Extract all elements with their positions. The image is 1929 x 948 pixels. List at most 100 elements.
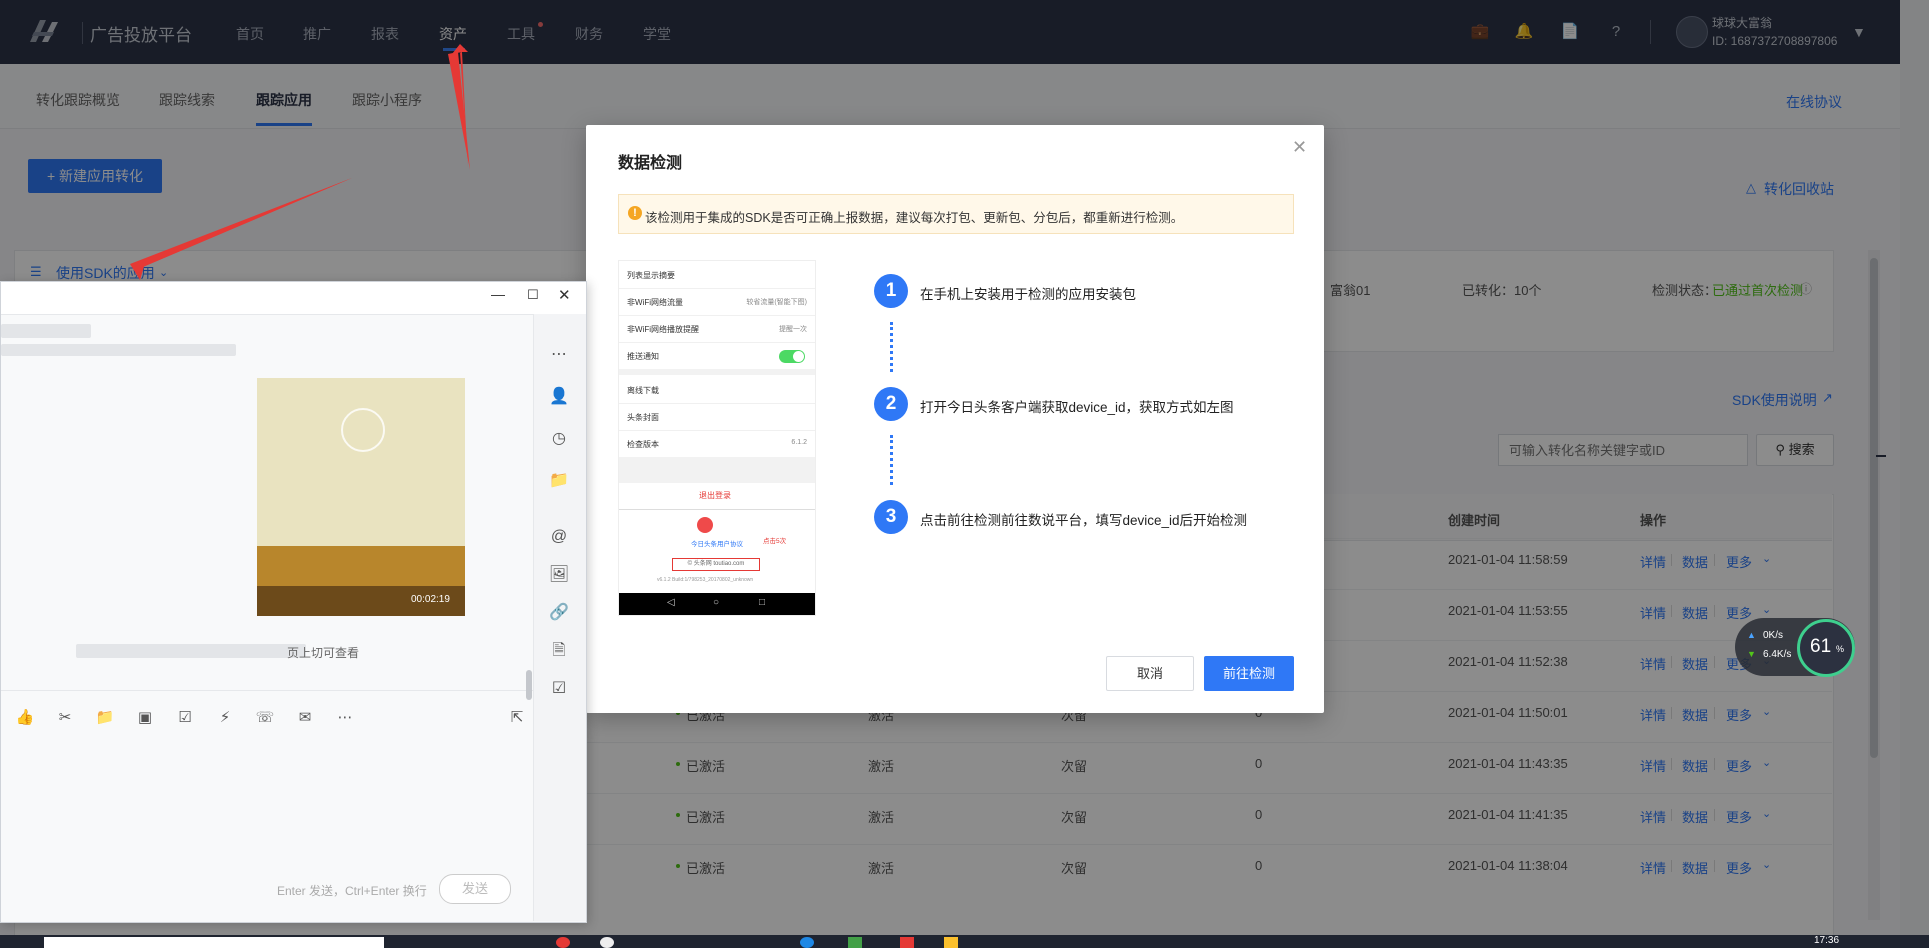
phone-setting-label: 非WiFi网络流量	[627, 298, 683, 307]
preview-text: 页上切可查看	[287, 646, 360, 660]
upload-arrow-icon: ▲	[1747, 630, 1756, 640]
modal-title: 数据检测	[618, 155, 683, 172]
phone-section-gap	[619, 369, 815, 375]
back-icon: ◁	[667, 597, 675, 608]
phone-setting-value: 提醒一次	[779, 326, 807, 333]
video-gold-area	[257, 546, 465, 586]
input-divider	[1, 690, 533, 691]
more-options-icon[interactable]: ⋯	[548, 344, 570, 366]
chat-scrollbar[interactable]	[526, 670, 532, 700]
task-icon[interactable]: ☑	[548, 678, 570, 700]
expand-icon[interactable]: ⇱	[507, 708, 527, 728]
download-arrow-icon: ▼	[1747, 649, 1756, 659]
phone-setting-value: 6.1.2	[791, 439, 807, 446]
data-check-modal: 数据检测 ✕ ! 该检测用于集成的SDK是否可正确上报数据，建议每次打包、更新包…	[586, 125, 1324, 713]
screenshot-icon[interactable]: ▣	[135, 708, 155, 728]
chat-window: — ☐ ✕ 00:02:19 页上切可查看 👍 ✂ 📁 ▣ ☑ ⚡ ☏ ✉ ⋯ …	[0, 281, 587, 923]
phone-navbar: ◁ ○ □	[619, 593, 815, 615]
taskbar-search[interactable]	[44, 937, 384, 948]
edge-icon[interactable]	[800, 937, 814, 948]
blurred-contact-name	[1, 324, 91, 338]
step-2-badge: 2	[874, 387, 908, 421]
app-icon[interactable]	[848, 937, 862, 948]
app-icon[interactable]	[900, 937, 914, 948]
download-speed: 6.4K/s	[1763, 649, 1792, 660]
go-check-button[interactable]: 前往检测	[1204, 656, 1294, 691]
chat-sidebar: ⋯ 👤 ◷ 📁 @ 🖼 🔗 🗎 ☑	[533, 314, 586, 921]
add-user-icon[interactable]: 👤	[548, 386, 570, 408]
phone-divider	[619, 509, 815, 510]
phone-protocol: 今日头条用户协议	[691, 541, 743, 548]
cpu-percent: 61	[1810, 636, 1832, 657]
play-icon[interactable]	[341, 408, 385, 452]
at-icon[interactable]: @	[548, 526, 570, 548]
step-1-text: 在手机上安装用于检测的应用安装包	[920, 287, 1136, 302]
close-icon[interactable]: ✕	[1292, 137, 1307, 158]
phone-logout: 退出登录	[699, 491, 731, 500]
upload-speed: 0K/s	[1763, 630, 1784, 641]
cpu-gauge: 61 %	[1797, 619, 1855, 677]
notice-text: 该检测用于集成的SDK是否可正确上报数据，建议每次打包、更新包、分包后，都重新进…	[645, 211, 1184, 225]
step-2-text: 打开今日头条客户端获取device_id，获取方式如左图	[920, 400, 1234, 415]
phone-setting-label: 推送通知	[627, 352, 659, 361]
more-icon[interactable]: ⋯	[335, 708, 355, 728]
folder-add-icon[interactable]: 📁	[95, 708, 115, 728]
video-thumbnail[interactable]: 00:02:19	[257, 378, 465, 616]
phone-url-box: © 头条网 toutiao.com	[672, 558, 760, 571]
phone-tap-hint: 点击5次	[763, 538, 787, 545]
warning-icon: !	[628, 206, 642, 220]
image-icon[interactable]: 🖼	[548, 564, 570, 586]
phone-setting-row: 非WiFi网络播放提醒 提醒一次	[619, 315, 815, 343]
video-duration: 00:02:19	[411, 594, 450, 605]
input-hint: Enter 发送，Ctrl+Enter 换行	[277, 884, 427, 898]
phone-setting-row: 头条封面	[619, 403, 815, 431]
checkbox-icon[interactable]: ☑	[175, 708, 195, 728]
step-1-badge: 1	[874, 274, 908, 308]
clock-icon[interactable]: ◷	[548, 428, 570, 450]
step-connector	[890, 322, 895, 372]
tap-target-dot	[697, 517, 713, 533]
send-button[interactable]: 发送	[439, 874, 511, 904]
scissors-icon[interactable]: ✂	[55, 708, 75, 728]
phone-build: v6.1.2 Build:1/798253_20170802_unknown	[657, 577, 754, 583]
file-check-icon[interactable]: 🗎	[548, 640, 570, 662]
link-icon[interactable]: 🔗	[548, 602, 570, 624]
phone-setting-value: 较省流量(智能下图)	[746, 299, 807, 306]
phone-setting-label: 非WiFi网络播放提醒	[627, 325, 699, 334]
network-speed-widget[interactable]: ▲ 0K/s ▼ 6.4K/s 61 %	[1735, 618, 1855, 677]
maximize-icon[interactable]: ☐	[527, 287, 539, 303]
step-3-badge: 3	[874, 500, 908, 534]
blurred-caption	[76, 644, 306, 658]
phone-setting-label: 头条封面	[627, 413, 659, 422]
mail-icon[interactable]: ✉	[295, 708, 315, 728]
thumbs-up-icon[interactable]: 👍	[15, 708, 35, 728]
blurred-message	[1, 344, 236, 356]
app-icon[interactable]	[944, 937, 958, 948]
os-taskbar: 17:36	[0, 935, 1929, 948]
toggle-knob	[793, 351, 804, 362]
taskbar-clock: 17:36	[1814, 935, 1840, 946]
step-connector	[890, 435, 895, 485]
phone-screenshot: 列表显示摘要 非WiFi网络流量 较省流量(智能下图) 非WiFi网络播放提醒 提醒一次…	[618, 260, 816, 616]
phone-setting-row: 离线下载	[619, 376, 815, 404]
phone-setting-row: 列表显示摘要	[619, 261, 815, 289]
phone-setting-label: 检查版本	[627, 440, 659, 449]
folder-icon[interactable]: 📁	[548, 470, 570, 492]
minimize-icon[interactable]: —	[491, 286, 505, 302]
cpu-percent-unit: %	[1836, 644, 1845, 654]
phone-setting-label: 列表显示摘要	[627, 271, 675, 280]
phone-section-gap	[619, 457, 815, 483]
close-icon[interactable]: ✕	[558, 286, 571, 304]
phone-setting-row: 检查版本 6.1.2	[619, 430, 815, 458]
recent-apps-icon: □	[759, 597, 766, 608]
notice-banner: ! 该检测用于集成的SDK是否可正确上报数据，建议每次打包、更新包、分包后，都重…	[618, 194, 1294, 234]
lightning-icon[interactable]: ⚡	[215, 708, 235, 728]
step-3-text: 点击前往检测前往数说平台，填写device_id后开始检测	[920, 513, 1248, 528]
phone-setting-label: 离线下载	[627, 386, 659, 395]
cancel-button[interactable]: 取消	[1106, 656, 1194, 691]
home-icon: ○	[713, 597, 720, 608]
phone-icon[interactable]: ☏	[255, 708, 275, 728]
chat-titlebar: — ☐ ✕	[1, 282, 586, 315]
chrome-icon[interactable]	[556, 937, 570, 948]
app-icon[interactable]	[600, 937, 614, 948]
